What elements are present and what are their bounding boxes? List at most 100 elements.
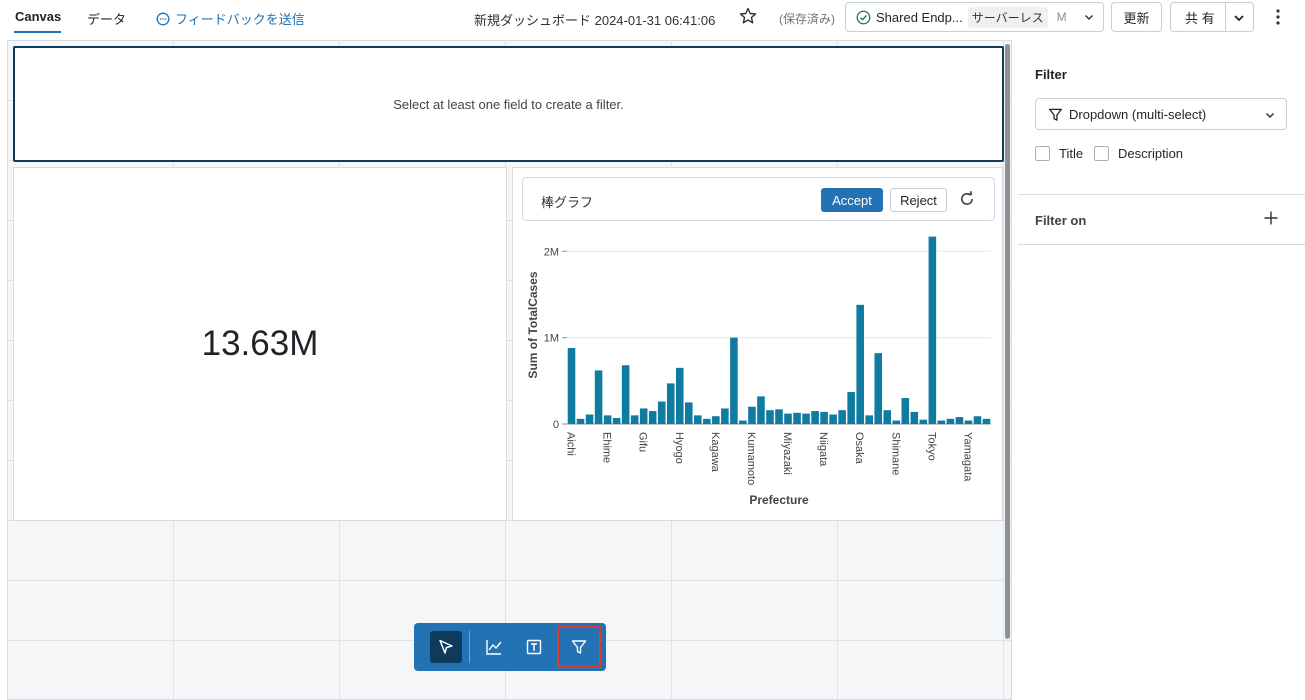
share-button[interactable]: 共 有 <box>1185 8 1215 27</box>
bar-shiga <box>883 410 892 424</box>
widget-toolbar <box>414 623 606 671</box>
refresh-button[interactable]: 更新 <box>1111 2 1162 32</box>
bar-toyama <box>946 418 955 424</box>
select-tool-button[interactable] <box>430 631 462 663</box>
filter-on-label: Filter on <box>1035 213 1087 228</box>
counter-value: 13.63M <box>201 324 319 363</box>
x-tick-label: Tokyo <box>925 432 937 461</box>
x-tick-label: Yamagata <box>961 432 973 482</box>
bar-gifu <box>639 408 648 424</box>
endpoint-size: M <box>1056 10 1067 24</box>
bar-nagasaki <box>802 413 810 424</box>
chart-suggestion-bar: 棒グラフ Accept Reject <box>522 177 995 221</box>
filter-tool-highlight <box>557 626 601 668</box>
saved-status: (保存済み) <box>779 12 835 26</box>
chart-type-label: 棒グラフ <box>541 195 594 210</box>
bar-nagano <box>793 412 801 424</box>
bar-hiroshima <box>657 401 666 424</box>
canvas-scrollbar[interactable] <box>1005 44 1010 639</box>
description-checkbox[interactable] <box>1094 146 1109 161</box>
endpoint-selector[interactable]: Shared Endp... サーバーレス M <box>845 2 1104 32</box>
dashboard-title[interactable]: 新規ダッシュボード 2024-01-31 06:41:06 <box>474 10 715 29</box>
bar-kanagawa <box>730 337 738 424</box>
panel-title: Filter <box>1035 67 1067 82</box>
check-circle-icon <box>856 10 871 24</box>
bar-kagawa <box>712 416 720 424</box>
endpoint-type-badge: サーバーレス <box>967 6 1048 28</box>
chevron-down-icon <box>1084 14 1094 21</box>
bar-okayama <box>838 410 846 424</box>
bar-okinawa <box>847 392 855 424</box>
text-tool-button[interactable] <box>518 631 550 663</box>
description-checkbox-row[interactable]: Description <box>1094 146 1183 161</box>
bar-ishikawa <box>694 415 702 424</box>
star-icon[interactable] <box>738 6 758 26</box>
bar-shizuoka <box>901 398 910 424</box>
top-bar: Canvas データ フィードバックを送信 新規ダッシュボード 2024-01-… <box>0 0 1305 36</box>
more-options-icon[interactable] <box>1270 7 1286 27</box>
visualization-tool-button[interactable] <box>478 631 510 663</box>
bar-miyazaki <box>784 413 792 424</box>
x-tick-label: Niigata <box>817 432 829 467</box>
y-tick-label: 2M <box>544 246 559 258</box>
bar-chart-widget[interactable]: 棒グラフ Accept Reject 0 1M 2M Aichi Ehime Gifu Hy… <box>512 167 1003 521</box>
cursor-arrow-icon <box>439 639 453 654</box>
title-checkbox-row[interactable]: Title <box>1035 146 1083 161</box>
y-tick-label: 1M <box>544 333 559 345</box>
chevron-down-icon <box>1265 112 1275 119</box>
chat-bubble-icon <box>156 12 170 25</box>
x-tick-label: Shimane <box>889 432 901 475</box>
toolbar-separator <box>469 631 470 663</box>
bar-mie <box>766 410 774 424</box>
x-tick-label: Kumamoto <box>745 432 757 485</box>
title-checkbox-label: Title <box>1059 146 1084 161</box>
feedback-link[interactable]: フィードバックを送信 <box>156 9 305 28</box>
chevron-down-icon[interactable] <box>1232 11 1246 25</box>
bar-fukushima <box>630 415 639 424</box>
regenerate-icon[interactable] <box>958 190 976 208</box>
active-tab-indicator <box>14 31 61 33</box>
bar-tokyo <box>928 236 937 424</box>
line-chart-icon <box>486 640 502 655</box>
bar-saga <box>865 415 874 424</box>
text-box-icon <box>526 639 542 655</box>
x-tick-label: Kagawa <box>709 432 721 473</box>
widget-type-select[interactable]: Dropdown (multi-select) <box>1035 98 1287 130</box>
tab-data[interactable]: データ <box>87 9 126 28</box>
bar-chart: 0 1M 2M Aichi Ehime Gifu Hyogo Kagawa Kumamoto Mi… <box>526 236 991 507</box>
bar-fukui <box>612 417 621 424</box>
bar-osaka <box>856 304 864 424</box>
x-tick-label: Ehime <box>601 432 613 463</box>
accept-button[interactable]: Accept <box>821 188 883 212</box>
y-tick-label: 0 <box>553 419 559 431</box>
add-field-icon[interactable] <box>1263 210 1279 226</box>
counter-widget[interactable]: 13.63M <box>13 167 507 521</box>
bar-aomori <box>585 414 594 424</box>
bar-kochi <box>739 420 747 424</box>
widget-type-value: Dropdown (multi-select) <box>1069 106 1207 122</box>
tab-canvas[interactable]: Canvas <box>15 9 61 24</box>
feedback-label: フィードバックを送信 <box>175 12 305 27</box>
panel-divider <box>1018 244 1305 245</box>
bar-tochigi <box>910 411 919 424</box>
x-tick-label: Aichi <box>565 432 577 456</box>
bar-kyoto <box>757 396 765 424</box>
bar-ehime <box>603 415 612 424</box>
x-axis-title: Prefecture <box>749 493 809 507</box>
x-tick-label: Hyogo <box>673 432 685 464</box>
description-checkbox-label: Description <box>1118 146 1184 161</box>
bar-hyogo <box>675 367 684 424</box>
bar-yamagata <box>964 420 973 424</box>
reject-button[interactable]: Reject <box>890 188 947 212</box>
x-tick-label: Osaka <box>853 432 865 465</box>
share-button-group[interactable]: 共 有 <box>1170 2 1254 32</box>
x-tick-label: Miyazaki <box>781 432 793 475</box>
bar-kumamoto <box>748 406 756 424</box>
bar-yamaguchi <box>973 416 982 424</box>
bar-tottori <box>937 420 946 424</box>
title-checkbox[interactable] <box>1035 146 1050 161</box>
filter-widget[interactable]: Select at least one field to create a fi… <box>13 46 1004 162</box>
bar-gunma <box>648 411 657 424</box>
y-axis-title: Sum of TotalCases <box>526 271 540 378</box>
bar-saitama <box>874 353 883 424</box>
